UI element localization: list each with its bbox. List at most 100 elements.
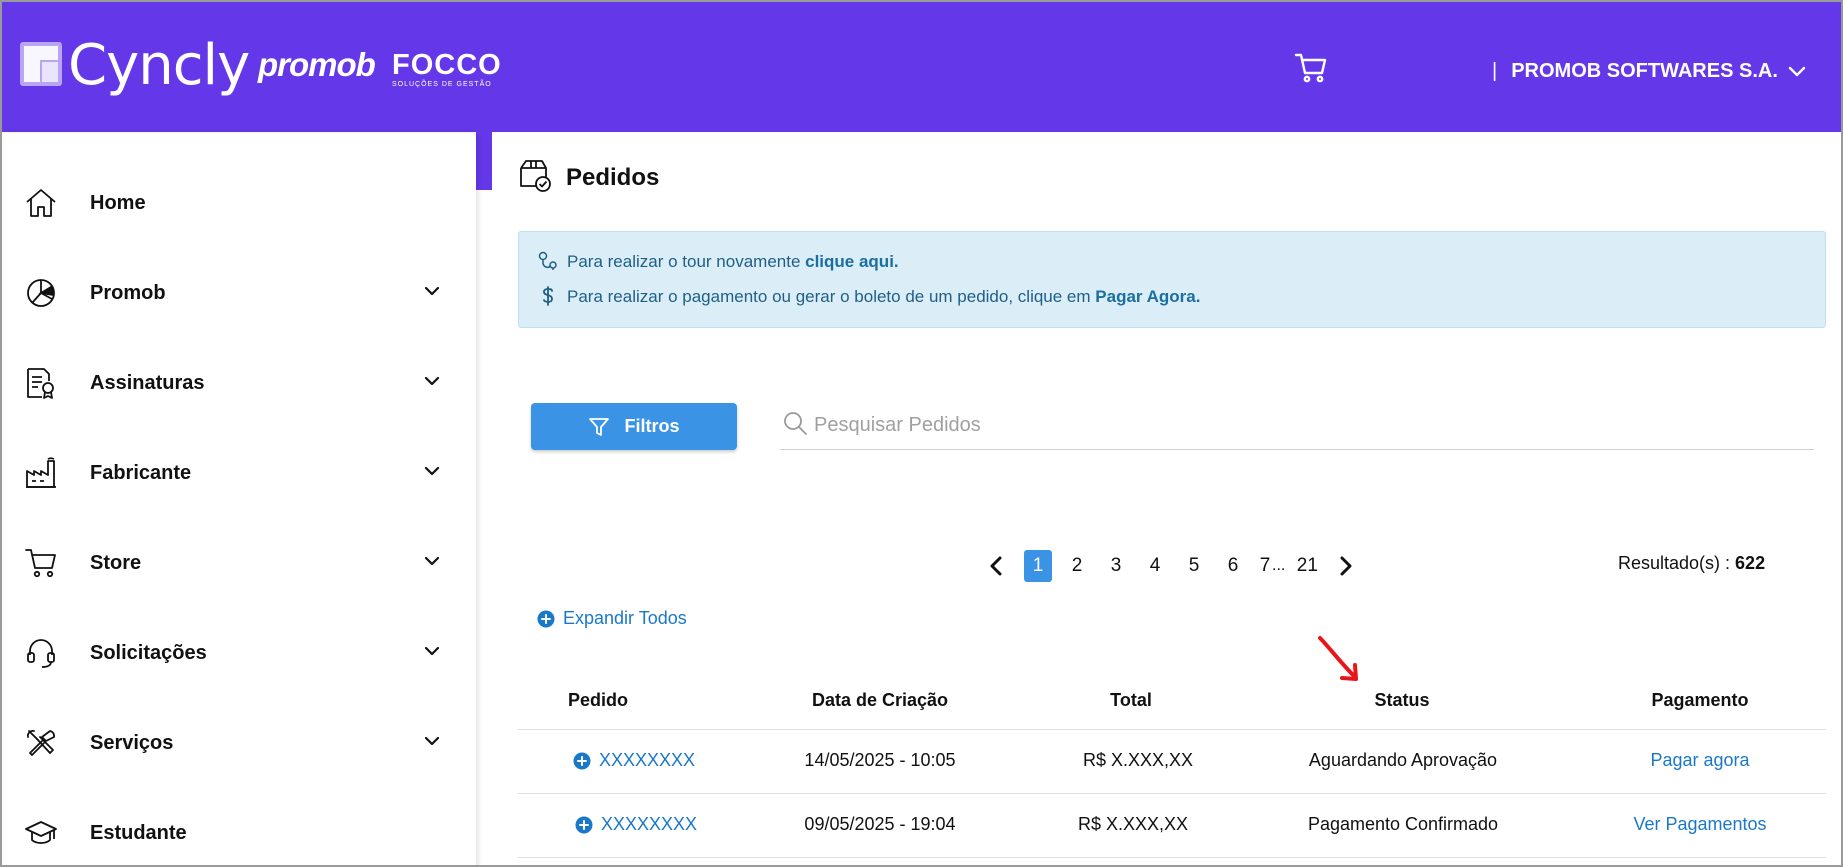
orders-table: Pedido Data de Criação Total Status Paga… — [518, 678, 1826, 858]
sidebar-item-label: Fabricante — [90, 461, 192, 484]
company-name: PROMOB SOFTWARES S.A. — [1511, 60, 1778, 82]
focco-logo[interactable]: FOCCO SOLUÇÕES DE GESTÃO — [392, 50, 502, 88]
view-payments-link[interactable]: Ver Pagamentos — [1633, 814, 1766, 835]
sidebar-item-solicitacoes[interactable]: Solicitações — [4, 623, 476, 683]
sidebar-item-store[interactable]: Store — [4, 533, 476, 593]
map-pin-route-icon — [538, 251, 557, 270]
order-box-check-icon — [520, 160, 551, 192]
promob-icon — [27, 279, 55, 307]
pay-now-link[interactable]: Pagar agora — [1650, 750, 1749, 771]
info-tour-text: Para realizar o tour novamente — [567, 252, 806, 271]
pagination-ellipsis: ... — [1272, 557, 1286, 574]
results-number: 622 — [1735, 553, 1766, 573]
sidebar: Home Promob Assinaturas Fabricante Store… — [4, 133, 476, 865]
tour-link[interactable]: clique aqui. — [805, 252, 899, 271]
plus-circle-icon[interactable] — [575, 816, 593, 834]
filter-icon — [589, 417, 610, 436]
search-input[interactable] — [814, 406, 1794, 444]
brand-logo-text[interactable]: Cyncly — [68, 36, 250, 96]
column-header-pedido[interactable]: Pedido — [568, 690, 628, 711]
company-separator: | — [1492, 60, 1498, 82]
cart-icon — [25, 549, 56, 578]
chevron-down-icon[interactable] — [424, 465, 440, 477]
factory-icon — [26, 457, 56, 488]
sidebar-item-label: Serviços — [90, 731, 174, 754]
order-id-link[interactable]: XXXXXXXX — [573, 750, 695, 771]
app-window: Cyncly promob FOCCO SOLUÇÕES DE GESTÃO |… — [0, 0, 1843, 867]
dollar-icon — [543, 286, 553, 306]
chevron-down-icon — [1788, 66, 1806, 76]
order-status: Aguardando Aprovação — [1308, 750, 1498, 770]
sidebar-item-label: Promob — [90, 281, 166, 304]
pagination: 1 2 3 4 5 6 7 ... 21 — [982, 550, 1374, 582]
next-page-button[interactable] — [1332, 550, 1360, 582]
order-status: Pagamento Confirmado — [1307, 814, 1499, 834]
tools-icon — [27, 730, 55, 756]
sidebar-item-home[interactable]: Home — [4, 173, 476, 233]
sidebar-item-label: Estudante — [90, 821, 187, 844]
cart-icon[interactable] — [1294, 52, 1328, 84]
cyncly-logo-icon — [20, 42, 62, 86]
filters-button-label: Filtros — [624, 416, 680, 436]
results-count: Resultado(s) : 622 — [1618, 553, 1765, 574]
sidebar-item-promob[interactable]: Promob — [4, 263, 476, 323]
info-payment-line: Para realizar o pagamento ou gerar o bol… — [567, 287, 1200, 307]
order-id-link[interactable]: XXXXXXXX — [575, 814, 697, 835]
page-3-button[interactable]: 3 — [1102, 550, 1130, 582]
filters-button[interactable]: Filtros — [531, 403, 737, 450]
page-last-button[interactable]: 21 — [1293, 550, 1321, 582]
sidebar-item-fabricante[interactable]: Fabricante — [4, 443, 476, 503]
info-banner: Para realizar o tour novamente clique aq… — [518, 231, 1826, 328]
chevron-down-icon[interactable] — [424, 555, 440, 567]
results-label: Resultado(s) : — [1618, 553, 1736, 573]
graduation-cap-icon — [25, 821, 57, 844]
sidebar-item-label: Solicitações — [90, 641, 207, 664]
plus-circle-icon[interactable] — [573, 752, 591, 770]
table-header-row: Pedido Data de Criação Total Status Paga… — [518, 678, 1826, 730]
order-date: 14/05/2025 - 10:05 — [804, 750, 956, 770]
order-date: 09/05/2025 - 19:04 — [804, 814, 956, 834]
chevron-down-icon[interactable] — [424, 645, 440, 657]
plus-circle-icon — [537, 610, 555, 627]
page-5-button[interactable]: 5 — [1180, 550, 1208, 582]
expand-all-label: Expandir Todos — [563, 608, 687, 628]
promob-logo-text[interactable]: promob — [258, 46, 376, 84]
page-4-button[interactable]: 4 — [1141, 550, 1169, 582]
headset-icon — [27, 639, 55, 668]
table-row: XXXXXXXX 14/05/2025 - 10:05 R$ X.XXX,XX … — [518, 730, 1826, 794]
home-icon — [26, 189, 56, 217]
focco-logo-subtitle: SOLUÇÕES DE GESTÃO — [392, 81, 492, 88]
page-1-button[interactable]: 1 — [1024, 550, 1052, 582]
focco-logo-text: FOCCO — [392, 49, 502, 81]
page-6-button[interactable]: 6 — [1219, 550, 1247, 582]
order-id: XXXXXXXX — [600, 814, 698, 834]
sidebar-item-estudante[interactable]: Estudante — [4, 803, 476, 863]
header-extension — [476, 132, 492, 190]
table-row: XXXXXXXX 09/05/2025 - 19:04 R$ X.XXX,XX … — [518, 794, 1826, 858]
company-selector[interactable]: | PROMOB SOFTWARES S.A. — [1492, 60, 1806, 83]
top-header: Cyncly promob FOCCO SOLUÇÕES DE GESTÃO |… — [2, 2, 1841, 132]
chevron-right-icon — [1340, 556, 1352, 576]
annotation-arrow-icon — [1318, 636, 1358, 681]
subscription-document-icon — [27, 368, 54, 399]
page-2-button[interactable]: 2 — [1063, 550, 1091, 582]
expand-all-button[interactable]: Expandir Todos — [537, 608, 687, 629]
sidebar-item-label: Store — [90, 551, 142, 574]
page-7-button[interactable]: 7 — [1258, 550, 1272, 582]
prev-page-button[interactable] — [982, 550, 1010, 582]
sidebar-item-servicos[interactable]: Serviços — [4, 713, 476, 773]
chevron-down-icon[interactable] — [424, 375, 440, 387]
pay-now-link[interactable]: Pagar Agora. — [1095, 287, 1200, 306]
chevron-down-icon[interactable] — [424, 735, 440, 747]
chevron-down-icon[interactable] — [424, 285, 440, 297]
chevron-left-icon — [990, 556, 1002, 576]
search-bar — [780, 404, 1814, 450]
column-header-pagamento[interactable]: Pagamento — [1651, 690, 1748, 711]
column-header-total[interactable]: Total — [1110, 690, 1152, 711]
order-id: XXXXXXXX — [598, 750, 696, 770]
column-header-status[interactable]: Status — [1374, 690, 1429, 711]
info-tour-line: Para realizar o tour novamente clique aq… — [567, 252, 899, 272]
column-header-data[interactable]: Data de Criação — [812, 690, 948, 711]
order-total: R$ X.XXX,XX — [1082, 750, 1194, 770]
sidebar-item-assinaturas[interactable]: Assinaturas — [4, 353, 476, 413]
